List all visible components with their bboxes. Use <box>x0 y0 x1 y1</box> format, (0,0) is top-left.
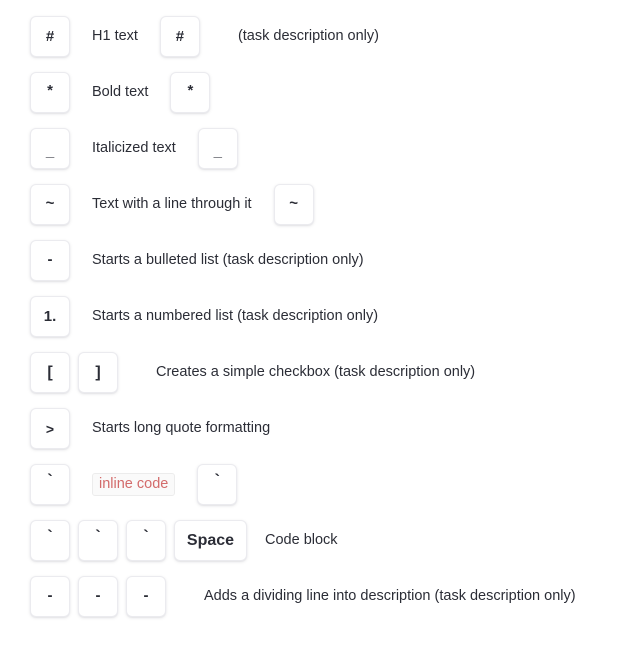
key-hash-close[interactable]: # <box>159 16 200 57</box>
key-tilde-open[interactable]: ~ <box>30 184 70 225</box>
key-asterisk-open[interactable]: * <box>30 72 70 113</box>
key-one-dot[interactable]: 1. <box>30 296 70 337</box>
shortcut-label-code-block: Code block <box>265 532 338 549</box>
key-dash-third[interactable]: - <box>126 576 166 617</box>
key-tilde-close[interactable]: ~ <box>273 184 314 225</box>
key-backtick-close[interactable]: ` <box>197 464 238 505</box>
shortcut-label-bold: Bold text <box>92 84 149 101</box>
key-hash-open[interactable]: # <box>30 16 70 57</box>
shortcut-row-checkbox: [ ] Creates a simple checkbox (task desc… <box>0 352 618 393</box>
shortcut-label-numbered-list: Starts a numbered list (task description… <box>92 308 379 325</box>
key-asterisk-close[interactable]: * <box>170 72 211 113</box>
key-backtick-first[interactable]: ` <box>30 520 70 561</box>
shortcut-row-bulleted-list: - Starts a bulleted list (task descripti… <box>0 240 618 281</box>
key-backtick-second[interactable]: ` <box>78 520 118 561</box>
shortcut-note-h1: (task description only) <box>237 28 379 45</box>
shortcut-row-divider: - - - Adds a dividing line into descript… <box>0 576 618 617</box>
shortcut-label-italic: Italicized text <box>92 140 176 157</box>
shortcut-row-strikethrough: ~ Text with a line through it ~ <box>0 184 618 225</box>
key-greater-than[interactable]: > <box>30 408 70 449</box>
key-bracket-close[interactable]: ] <box>78 352 118 393</box>
key-bracket-open[interactable]: [ <box>30 352 70 393</box>
shortcut-label-checkbox: Creates a simple checkbox (task descript… <box>156 364 476 381</box>
key-space[interactable]: Space <box>174 520 247 561</box>
shortcut-row-bold: * Bold text * <box>0 72 618 113</box>
shortcut-row-h1: # H1 text # (task description only) <box>0 16 618 57</box>
shortcut-label-divider: Adds a dividing line into description (t… <box>204 588 576 605</box>
shortcut-label-blockquote: Starts long quote formatting <box>92 420 271 437</box>
key-backtick-third[interactable]: ` <box>126 520 166 561</box>
key-underscore-open[interactable]: _ <box>30 128 70 169</box>
markdown-shortcuts-list: # H1 text # (task description only) * Bo… <box>0 0 618 617</box>
key-dash[interactable]: - <box>30 240 70 281</box>
shortcut-row-blockquote: > Starts long quote formatting <box>0 408 618 449</box>
key-backtick-open[interactable]: ` <box>30 464 70 505</box>
shortcut-label-h1: H1 text <box>92 28 138 45</box>
shortcut-label-strikethrough: Text with a line through it <box>92 196 252 213</box>
shortcut-row-numbered-list: 1. Starts a numbered list (task descript… <box>0 296 618 337</box>
shortcut-label-bulleted-list: Starts a bulleted list (task description… <box>92 252 364 269</box>
shortcut-row-italic: _ Italicized text _ <box>0 128 618 169</box>
shortcut-row-inline-code: ` inline code ` <box>0 464 618 505</box>
key-dash-first[interactable]: - <box>30 576 70 617</box>
key-dash-second[interactable]: - <box>78 576 118 617</box>
inline-code-chip: inline code <box>92 473 176 496</box>
key-underscore-close[interactable]: _ <box>197 128 238 169</box>
shortcut-row-code-block: ` ` ` Space Code block <box>0 520 618 561</box>
